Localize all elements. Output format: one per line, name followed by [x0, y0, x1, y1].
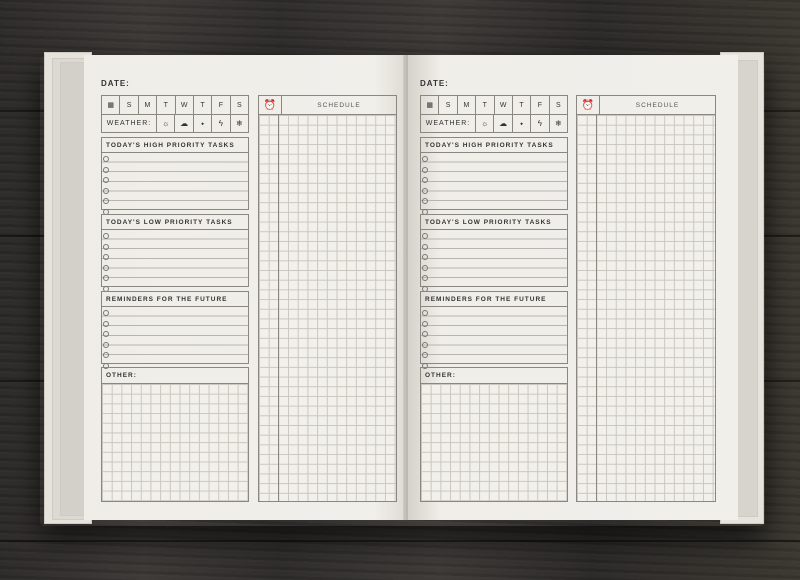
calendar-icon: ▦	[421, 96, 440, 114]
checkbox[interactable]	[103, 177, 109, 184]
low-priority-heading: TODAY'S LOW PRIORITY TASKS	[420, 214, 568, 230]
high-priority-checkboxes	[422, 156, 428, 220]
cloud-icon[interactable]: ☁	[175, 115, 194, 132]
schedule-grid[interactable]	[258, 115, 397, 502]
checkbox[interactable]	[422, 254, 428, 261]
schedule-grid[interactable]	[576, 115, 716, 502]
checkbox[interactable]	[422, 166, 428, 173]
high-priority-lines[interactable]	[101, 153, 249, 210]
checkbox[interactable]	[103, 166, 109, 173]
day-tuesday[interactable]: T	[157, 96, 176, 114]
alarm-clock-icon: ⏰	[259, 96, 282, 114]
day-tuesday[interactable]: T	[476, 96, 495, 114]
checkbox[interactable]	[422, 352, 428, 359]
checkbox[interactable]	[422, 187, 428, 194]
day-thursday[interactable]: T	[194, 96, 213, 114]
day-friday[interactable]: F	[531, 96, 550, 114]
checkbox[interactable]	[103, 320, 109, 327]
checkbox[interactable]	[103, 233, 109, 239]
date-label: DATE:	[101, 79, 130, 88]
alarm-clock-icon: ⏰	[577, 96, 600, 114]
lightning-icon[interactable]: ϟ	[531, 115, 550, 132]
right-page: DATE: ▦ S M T W T F S WEATHER: ☼ ☁ ⬩ ϟ ❄…	[408, 55, 738, 520]
checkbox[interactable]	[103, 341, 109, 348]
day-wednesday[interactable]: W	[495, 96, 513, 114]
weather-label: WEATHER:	[421, 115, 476, 132]
high-priority-heading: TODAY'S HIGH PRIORITY TASKS	[101, 137, 249, 153]
weather-label: WEATHER:	[102, 115, 157, 132]
rain-drop-icon[interactable]: ⬩	[194, 115, 213, 132]
checkbox[interactable]	[103, 243, 109, 250]
schedule-time-column	[577, 115, 597, 501]
checkbox[interactable]	[103, 187, 109, 194]
weekday-row: ▦ S M T W T F S	[101, 95, 249, 115]
other-heading: OTHER:	[101, 367, 249, 383]
wood-plank-seam	[0, 540, 800, 542]
weather-row: WEATHER: ☼ ☁ ⬩ ϟ ❄	[420, 115, 568, 133]
checkbox[interactable]	[422, 198, 428, 205]
schedule-header: ⏰ SCHEDULE	[258, 95, 397, 115]
reminders-lines[interactable]	[420, 307, 568, 364]
day-friday[interactable]: F	[212, 96, 231, 114]
day-sunday[interactable]: S	[439, 96, 458, 114]
checkbox[interactable]	[422, 275, 428, 282]
date-label: DATE:	[420, 79, 449, 88]
day-wednesday[interactable]: W	[176, 96, 194, 114]
schedule-header: ⏰ SCHEDULE	[576, 95, 716, 115]
snowflake-icon[interactable]: ❄	[550, 115, 567, 132]
sun-icon[interactable]: ☼	[157, 115, 176, 132]
other-grid[interactable]	[420, 383, 568, 502]
low-priority-heading: TODAY'S LOW PRIORITY TASKS	[101, 214, 249, 230]
day-thursday[interactable]: T	[513, 96, 532, 114]
checkbox[interactable]	[422, 243, 428, 250]
high-priority-checkboxes	[103, 156, 109, 220]
day-sunday[interactable]: S	[120, 96, 139, 114]
reminders-checkboxes	[422, 310, 428, 374]
low-priority-checkboxes	[103, 233, 109, 297]
other-grid[interactable]	[101, 383, 249, 502]
checkbox[interactable]	[422, 177, 428, 184]
day-saturday[interactable]: S	[231, 96, 248, 114]
day-monday[interactable]: M	[139, 96, 158, 114]
weekday-row: ▦ S M T W T F S	[420, 95, 568, 115]
checkbox[interactable]	[422, 341, 428, 348]
checkbox[interactable]	[103, 254, 109, 261]
schedule-time-column	[259, 115, 279, 501]
reminders-lines[interactable]	[101, 307, 249, 364]
checkbox[interactable]	[103, 264, 109, 271]
left-page: DATE: ▦ S M T W T F S WEATHER: ☼ ☁ ⬩ ϟ ❄…	[84, 55, 414, 520]
checkbox[interactable]	[103, 310, 109, 316]
weather-row: WEATHER: ☼ ☁ ⬩ ϟ ❄	[101, 115, 249, 133]
reminders-heading: REMINDERS FOR THE FUTURE	[420, 291, 568, 307]
schedule-title: SCHEDULE	[317, 101, 361, 109]
lightning-icon[interactable]: ϟ	[212, 115, 231, 132]
sun-icon[interactable]: ☼	[476, 115, 495, 132]
checkbox[interactable]	[422, 331, 428, 338]
checkbox[interactable]	[422, 233, 428, 239]
checkbox[interactable]	[422, 156, 428, 162]
low-priority-checkboxes	[422, 233, 428, 297]
checkbox[interactable]	[103, 331, 109, 338]
low-priority-lines[interactable]	[420, 230, 568, 287]
reminders-heading: REMINDERS FOR THE FUTURE	[101, 291, 249, 307]
day-monday[interactable]: M	[458, 96, 477, 114]
schedule-title: SCHEDULE	[635, 101, 680, 109]
checkbox[interactable]	[422, 320, 428, 327]
other-heading: OTHER:	[420, 367, 568, 383]
reminders-checkboxes	[103, 310, 109, 374]
cloud-icon[interactable]: ☁	[494, 115, 513, 132]
snowflake-icon[interactable]: ❄	[231, 115, 248, 132]
checkbox[interactable]	[422, 264, 428, 271]
checkbox[interactable]	[103, 275, 109, 282]
calendar-icon: ▦	[102, 96, 121, 114]
checkbox[interactable]	[103, 156, 109, 162]
checkbox[interactable]	[103, 198, 109, 205]
rain-drop-icon[interactable]: ⬩	[513, 115, 532, 132]
checkbox[interactable]	[103, 352, 109, 359]
checkbox[interactable]	[422, 310, 428, 316]
high-priority-heading: TODAY'S HIGH PRIORITY TASKS	[420, 137, 568, 153]
low-priority-lines[interactable]	[101, 230, 249, 287]
high-priority-lines[interactable]	[420, 153, 568, 210]
day-saturday[interactable]: S	[550, 96, 567, 114]
